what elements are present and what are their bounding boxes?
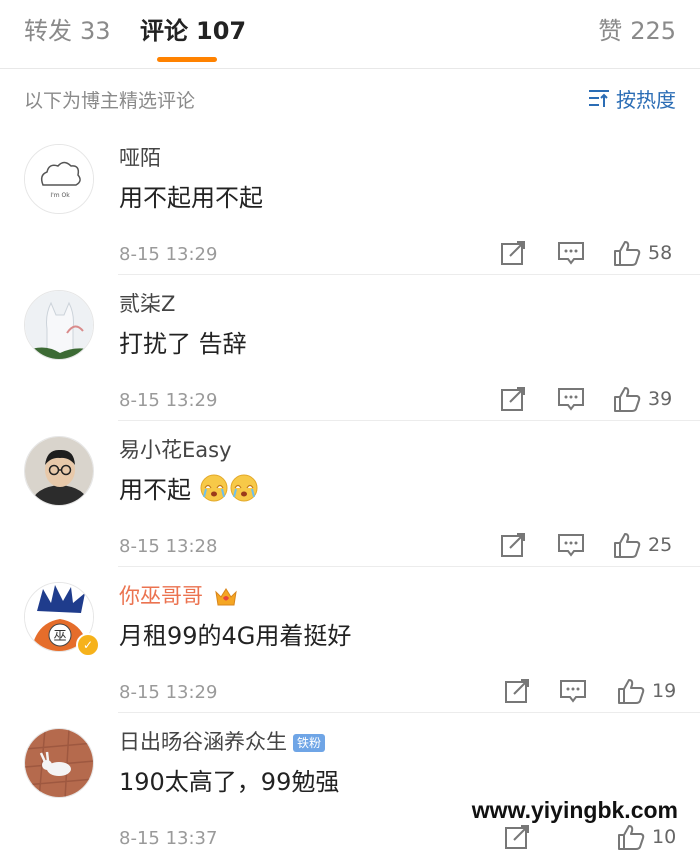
comment-username[interactable]: 哑陌: [119, 142, 161, 172]
avatar-caption: 巫: [53, 629, 66, 644]
comment-time: 8-15 13:29: [119, 390, 218, 411]
divider: [118, 712, 700, 713]
crying-emoji-icon: [200, 474, 228, 502]
comment-username[interactable]: 你巫哥哥: [119, 580, 238, 610]
rabbit-avatar-icon: [25, 729, 93, 797]
tab-like[interactable]: 赞 225: [598, 14, 676, 48]
verified-badge-icon: ✓: [76, 633, 100, 657]
comment-time: 8-15 13:29: [119, 244, 218, 265]
fan-badge: 铁粉: [293, 734, 326, 752]
sort-label: 按热度: [616, 87, 676, 112]
share-icon[interactable]: [498, 530, 528, 560]
like-button[interactable]: 58: [612, 238, 672, 268]
avatar[interactable]: I'm Ok: [24, 144, 94, 214]
comment-username[interactable]: 易小花Easy: [119, 434, 232, 464]
selected-comments-title: 以下为博主精选评论: [24, 90, 196, 112]
person-avatar-icon: [25, 437, 93, 505]
thumbs-up-icon: [618, 825, 645, 850]
reply-icon[interactable]: [556, 384, 586, 414]
comment-time: 8-15 13:37: [119, 828, 218, 849]
tab-comment-count: 107: [196, 17, 247, 45]
avatar[interactable]: [24, 728, 94, 798]
comment-username-text: 你巫哥哥: [119, 584, 203, 608]
comment-username[interactable]: 日出旸谷涵养众生 铁粉: [119, 726, 326, 756]
sort-by-hot-button[interactable]: 按热度: [588, 82, 676, 114]
like-button[interactable]: 25: [612, 530, 672, 560]
comment-username[interactable]: 贰柒Z: [119, 288, 175, 318]
comment-item: 巫 你巫哥哥 月租99的4G用着挺好 8-15 13:29 19: [0, 566, 700, 712]
sort-icon: [589, 90, 609, 107]
reply-icon[interactable]: [556, 530, 586, 560]
comment-item: I'm Ok 哑陌 用不起用不起 8-15 13:29 58: [0, 128, 700, 274]
watermark-text: www.yiyingbk.com: [471, 797, 678, 823]
tab-repost-count: 33: [80, 17, 111, 45]
avatar[interactable]: [24, 290, 94, 360]
like-count: 10: [652, 826, 677, 848]
tab-bar: 转发 33 评论 107 赞 225: [0, 0, 700, 69]
selected-comments-header: 以下为博主精选评论 按热度: [0, 68, 700, 130]
comment-text: 月租99的4G用着挺好: [119, 622, 352, 650]
comment-text: 190太高了，99勉强: [119, 768, 340, 796]
like-count: 25: [648, 534, 673, 556]
comment-item: 易小花Easy 用不起 8-15 13:28 25: [0, 420, 700, 566]
share-icon[interactable]: [498, 384, 528, 414]
tab-like-count: 225: [630, 17, 676, 45]
comment-username-text: 日出旸谷涵养众生: [119, 730, 287, 754]
divider: [118, 566, 700, 567]
like-button[interactable]: 10: [616, 822, 676, 852]
avatar-caption: I'm Ok: [50, 192, 70, 199]
tab-comment[interactable]: 评论 107: [140, 14, 246, 48]
crying-emoji-icon: [230, 474, 258, 502]
reply-icon[interactable]: [558, 676, 588, 706]
thumbs-up-icon: [614, 533, 641, 558]
like-button[interactable]: 39: [612, 384, 672, 414]
divider: [118, 274, 700, 275]
comment-text: 用不起用不起: [119, 184, 263, 212]
share-icon[interactable]: [498, 238, 528, 268]
silhouette-avatar-icon: [25, 291, 93, 359]
comment-time: 8-15 13:29: [119, 682, 218, 703]
like-count: 39: [648, 388, 673, 410]
reply-icon[interactable]: [556, 238, 586, 268]
comment-text-content: 用不起: [119, 476, 191, 504]
tab-like-label: 赞: [598, 17, 623, 45]
tab-repost[interactable]: 转发 33: [24, 14, 111, 48]
share-icon[interactable]: [502, 676, 532, 706]
divider: [118, 420, 700, 421]
share-icon[interactable]: [502, 822, 532, 852]
comment-text: 用不起: [119, 470, 259, 505]
comment-item: 日出旸谷涵养众生 铁粉 190太高了，99勉强 8-15 13:37 10: [0, 712, 700, 858]
cloud-avatar-icon: I'm Ok: [25, 145, 93, 213]
avatar[interactable]: [24, 436, 94, 506]
comment-item: 贰柒Z 打扰了 告辞 8-15 13:29 39: [0, 274, 700, 420]
comment-time: 8-15 13:28: [119, 536, 218, 557]
active-tab-indicator: [157, 57, 217, 62]
thumbs-up-icon: [614, 241, 641, 266]
tab-repost-label: 转发: [24, 17, 72, 45]
thumbs-up-icon: [614, 387, 641, 412]
crown-badge-icon: [214, 588, 237, 606]
comment-text: 打扰了 告辞: [119, 330, 247, 358]
like-count: 58: [648, 242, 673, 264]
thumbs-up-icon: [618, 679, 645, 704]
like-button[interactable]: 19: [616, 676, 676, 706]
tab-comment-label: 评论: [140, 17, 188, 45]
like-count: 19: [652, 680, 677, 702]
